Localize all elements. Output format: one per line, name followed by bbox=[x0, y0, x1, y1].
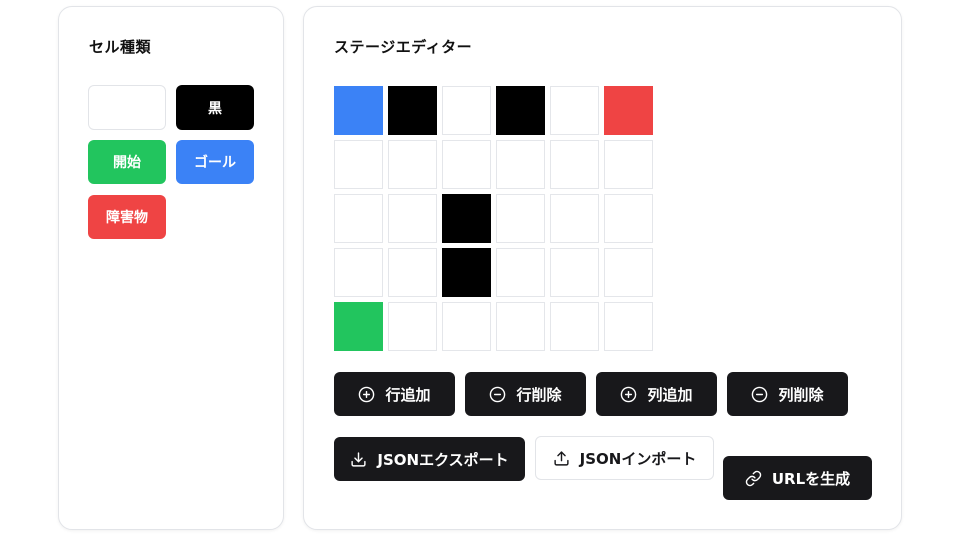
grid-cell-black[interactable] bbox=[442, 248, 491, 297]
grid-cell-empty[interactable] bbox=[496, 302, 545, 351]
delete-column-button[interactable]: 列削除 bbox=[727, 372, 848, 416]
generate-url-label: URLを生成 bbox=[771, 469, 851, 488]
add-row-button[interactable]: 行追加 bbox=[334, 372, 455, 416]
link-icon bbox=[745, 470, 762, 487]
grid-cell-empty[interactable] bbox=[550, 302, 599, 351]
stage-editor-title: ステージエディター bbox=[334, 38, 473, 56]
upload-icon bbox=[553, 450, 570, 467]
grid-cell-empty[interactable] bbox=[334, 248, 383, 297]
cell-type-panel: セル種類 黒 開始 ゴール 障害物 bbox=[58, 6, 284, 530]
grid-cell-empty[interactable] bbox=[442, 140, 491, 189]
grid-cell-black[interactable] bbox=[442, 194, 491, 243]
grid-cell-empty[interactable] bbox=[496, 140, 545, 189]
minus-circle-icon bbox=[489, 386, 506, 403]
grid-cell-empty[interactable] bbox=[334, 194, 383, 243]
grid-cell-empty[interactable] bbox=[550, 140, 599, 189]
grid-cell-black[interactable] bbox=[496, 86, 545, 135]
cell-type-black-label: 黒 bbox=[208, 100, 222, 117]
stage-editor-panel: ステージエディター 行追加 行削除 列追加 列削除 JSONエクスポート JSO… bbox=[303, 6, 902, 530]
add-column-button[interactable]: 列追加 bbox=[596, 372, 717, 416]
cell-type-black-button[interactable]: 黒 bbox=[176, 85, 254, 130]
cell-type-obstacle-button[interactable]: 障害物 bbox=[88, 195, 166, 239]
cell-type-start-label: 開始 bbox=[113, 155, 141, 171]
plus-circle-icon bbox=[620, 386, 637, 403]
cell-type-goal-button[interactable]: ゴール bbox=[176, 140, 254, 184]
grid-cell-empty[interactable] bbox=[388, 140, 437, 189]
plus-circle-icon bbox=[358, 386, 375, 403]
grid-cell-start[interactable] bbox=[334, 302, 383, 351]
grid-cell-empty[interactable] bbox=[550, 86, 599, 135]
stage-grid bbox=[334, 86, 653, 351]
cell-type-empty-button[interactable] bbox=[88, 85, 166, 130]
grid-cell-empty[interactable] bbox=[604, 194, 653, 243]
export-json-button[interactable]: JSONエクスポート bbox=[334, 437, 525, 481]
grid-cell-obstacle[interactable] bbox=[604, 86, 653, 135]
grid-cell-empty[interactable] bbox=[604, 248, 653, 297]
grid-cell-empty[interactable] bbox=[604, 302, 653, 351]
download-icon bbox=[350, 451, 367, 468]
delete-row-button[interactable]: 行削除 bbox=[465, 372, 586, 416]
delete-column-label: 列削除 bbox=[778, 385, 824, 404]
grid-cell-empty[interactable] bbox=[442, 86, 491, 135]
cell-type-title: セル種類 bbox=[89, 38, 152, 56]
cell-type-goal-label: ゴール bbox=[194, 155, 236, 171]
cell-type-start-button[interactable]: 開始 bbox=[88, 140, 166, 184]
minus-circle-icon bbox=[751, 386, 768, 403]
grid-cell-empty[interactable] bbox=[604, 140, 653, 189]
import-json-button[interactable]: JSONインポート bbox=[535, 436, 714, 480]
delete-row-label: 行削除 bbox=[516, 385, 562, 404]
grid-cell-empty[interactable] bbox=[388, 302, 437, 351]
add-column-label: 列追加 bbox=[647, 385, 693, 404]
grid-cell-empty[interactable] bbox=[442, 302, 491, 351]
generate-url-button[interactable]: URLを生成 bbox=[723, 456, 872, 500]
export-json-label: JSONエクスポート bbox=[377, 450, 509, 469]
grid-cell-empty[interactable] bbox=[388, 248, 437, 297]
grid-cell-empty[interactable] bbox=[496, 194, 545, 243]
grid-cell-black[interactable] bbox=[388, 86, 437, 135]
grid-cell-empty[interactable] bbox=[550, 248, 599, 297]
grid-cell-goal[interactable] bbox=[334, 86, 383, 135]
grid-cell-empty[interactable] bbox=[334, 140, 383, 189]
grid-cell-empty[interactable] bbox=[388, 194, 437, 243]
cell-type-obstacle-label: 障害物 bbox=[106, 210, 148, 226]
grid-cell-empty[interactable] bbox=[550, 194, 599, 243]
add-row-label: 行追加 bbox=[385, 385, 431, 404]
import-json-label: JSONインポート bbox=[579, 449, 697, 468]
grid-cell-empty[interactable] bbox=[496, 248, 545, 297]
